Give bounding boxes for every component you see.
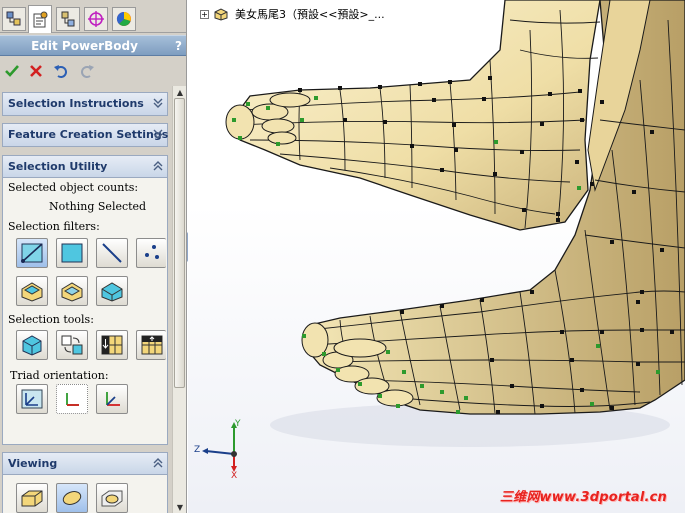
scroll-down-arrow-icon[interactable]: ▼ — [173, 501, 186, 513]
filter-solid-button[interactable] — [96, 276, 128, 306]
scroll-up-arrow-icon[interactable]: ▲ — [173, 86, 186, 98]
part-icon — [214, 8, 228, 21]
mesh-feet-model[interactable] — [188, 0, 685, 513]
viewing-group: Viewing — [2, 452, 168, 513]
graphics-viewport[interactable]: Y Z X 三维网www.3dportal.cn — [188, 0, 685, 513]
configuration-manager-tab[interactable] — [56, 7, 80, 31]
vertex-filter-icon — [21, 243, 43, 263]
group-header[interactable]: Feature Creation Settings — [3, 124, 169, 146]
group-title: Viewing — [8, 457, 58, 470]
filter-points-button[interactable] — [136, 238, 166, 268]
manager-tab-bar — [0, 0, 186, 33]
select-all-button[interactable] — [16, 330, 48, 360]
triad-label: Triad orientation: — [10, 369, 109, 382]
triad-local-button[interactable] — [56, 384, 88, 414]
filter-shell-button[interactable] — [56, 276, 88, 306]
triad-view-button[interactable] — [96, 384, 128, 414]
filters-label: Selection filters: — [8, 220, 100, 233]
ok-check-icon — [5, 65, 19, 77]
feature-manager-tab[interactable] — [2, 7, 26, 31]
counts-value: Nothing Selected — [49, 200, 147, 213]
feature-tree-flyout[interactable]: + 美女馬尾3（預設<<預設>_... — [200, 6, 385, 22]
dim-xpert-tab[interactable] — [84, 7, 108, 31]
body-open-icon — [21, 282, 43, 302]
tree-item-label[interactable]: 美女馬尾3（預設<<預設>_... — [235, 6, 385, 22]
grid-arrow-up-icon — [141, 335, 162, 355]
triad-local-icon — [66, 393, 79, 406]
group-header[interactable]: Selection Instructions — [3, 93, 167, 115]
view-both-button[interactable] — [96, 483, 128, 513]
edge-filter-icon — [102, 243, 122, 263]
property-manager-panel: Edit PowerBody ? Selection Instructions … — [0, 0, 187, 513]
shell-icon — [61, 282, 83, 302]
tools-label: Selection tools: — [8, 313, 94, 326]
filter-faces-button[interactable] — [56, 238, 88, 268]
grid-arrow-down-icon — [101, 335, 123, 355]
triad-x-label: X — [231, 471, 237, 478]
points-filter-icon — [144, 245, 159, 259]
chevron-up-icon[interactable] — [152, 160, 164, 172]
crosshair-icon — [88, 11, 104, 27]
appearance-tab[interactable] — [112, 7, 136, 31]
feature-creation-settings-group[interactable]: Feature Creation Settings — [2, 123, 168, 147]
ok-button[interactable] — [3, 62, 21, 80]
color-wheel-icon — [116, 11, 131, 26]
face-filter-icon — [61, 243, 83, 263]
invert-swap-icon — [61, 335, 83, 355]
undo-button[interactable] — [52, 62, 70, 80]
chevron-down-icon[interactable] — [152, 97, 164, 109]
group-title: Feature Creation Settings — [8, 128, 169, 141]
coordinate-triad: Y Z X — [194, 419, 241, 478]
box-icon — [21, 490, 43, 507]
action-buttons-row — [0, 58, 186, 84]
selection-instructions-group[interactable]: Selection Instructions — [2, 92, 168, 116]
property-sheet-icon — [33, 11, 48, 27]
triad-world-button[interactable] — [16, 384, 48, 414]
cancel-x-icon — [30, 65, 42, 77]
property-manager-title-bar: Edit PowerBody ? — [0, 35, 186, 56]
chevron-down-icon[interactable] — [152, 128, 164, 140]
view-smooth-button[interactable] — [56, 483, 88, 513]
grow-selection-button[interactable] — [96, 330, 128, 360]
help-button[interactable]: ? — [175, 39, 182, 53]
configuration-icon — [61, 11, 75, 27]
watermark-text: 三维网www.3dportal.cn — [499, 490, 667, 505]
ellipsoid-icon — [62, 491, 82, 505]
triad-view-icon — [106, 392, 120, 406]
triad-world-icon — [21, 389, 43, 409]
shrink-selection-button[interactable] — [136, 330, 166, 360]
solid-icon — [101, 282, 123, 302]
expand-toggle[interactable]: + — [200, 9, 209, 19]
chevron-up-icon[interactable] — [152, 457, 164, 469]
box-transparent-icon — [101, 490, 123, 507]
feature-tree-icon — [6, 11, 21, 26]
scrollbar-thumb[interactable] — [174, 98, 185, 388]
property-manager-tab[interactable] — [28, 5, 52, 33]
triad-z-label: Z — [194, 445, 200, 455]
undo-icon — [54, 65, 67, 78]
group-header[interactable]: Selection Utility — [3, 156, 167, 178]
panel-scrollbar[interactable]: ▲ ▼ — [172, 86, 186, 513]
triad-y-label: Y — [234, 419, 241, 429]
filter-edges-button[interactable] — [96, 238, 128, 268]
group-header[interactable]: Viewing — [3, 453, 167, 475]
group-title: Selection Utility — [8, 160, 108, 173]
group-title: Selection Instructions — [8, 97, 144, 110]
selection-utility-group: Selection Utility Selected object counts… — [2, 155, 168, 445]
filter-vertices-button[interactable] — [16, 238, 48, 268]
filter-body-button[interactable] — [16, 276, 48, 306]
redo-icon — [81, 65, 94, 78]
invert-selection-button[interactable] — [56, 330, 88, 360]
property-manager-scroll-area: Selection Instructions Feature Creation … — [0, 86, 172, 513]
cube-icon — [22, 335, 42, 356]
redo-button[interactable] — [78, 62, 96, 80]
cancel-button[interactable] — [27, 62, 45, 80]
page-title: Edit PowerBody — [31, 39, 138, 53]
counts-label: Selected object counts: — [8, 181, 139, 194]
view-box-button[interactable] — [16, 483, 48, 513]
